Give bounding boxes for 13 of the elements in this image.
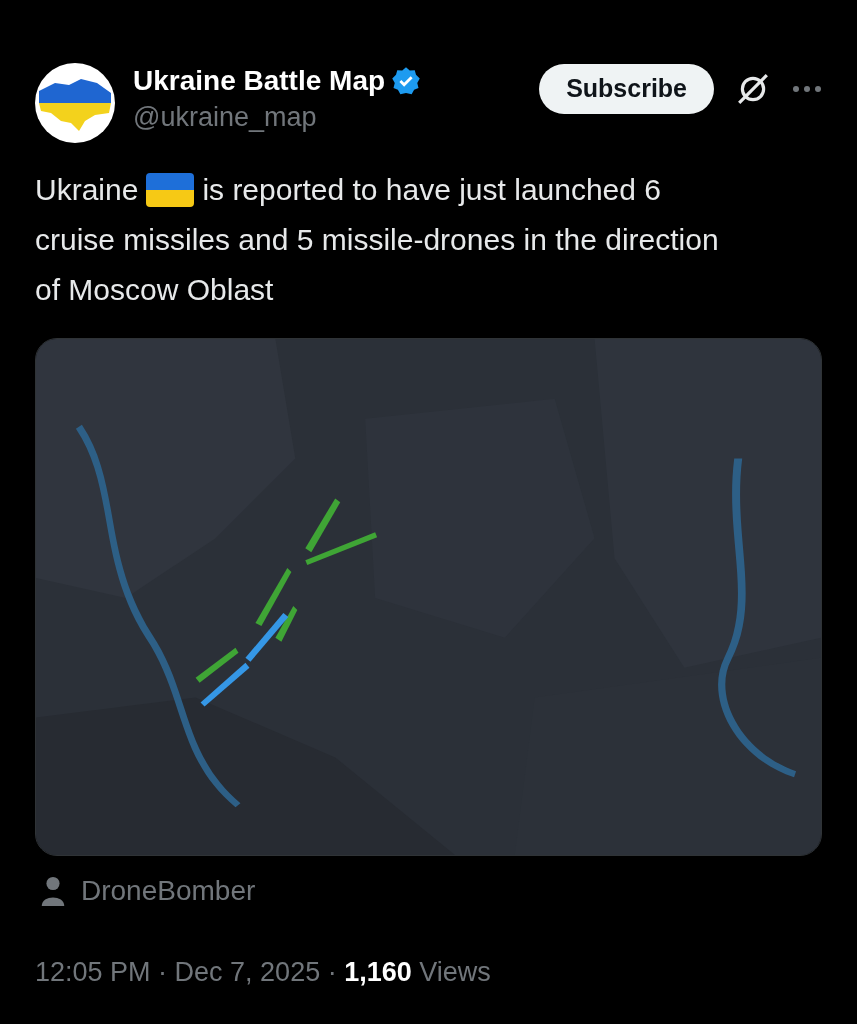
- media-attribution[interactable]: DroneBomber: [81, 870, 256, 912]
- subscribe-button[interactable]: Subscribe: [539, 64, 714, 114]
- person-icon: [39, 876, 67, 906]
- post-text: is reported to have just launched 6: [202, 172, 661, 208]
- author-name[interactable]: Ukraine Battle Map: [133, 63, 386, 99]
- flag-icon: [146, 173, 195, 207]
- post-text: cruise missiles and 5 missile-drones in the direction of Moscow Oblast: [35, 222, 720, 308]
- post-meta: 12:05 PM · Dec 7, 2025 · 1,160 Views: [35, 957, 491, 987]
- grok-icon[interactable]: [736, 72, 770, 106]
- avatar-icon[interactable]: [35, 63, 115, 143]
- author-handle[interactable]: @ukraine_map: [133, 99, 422, 135]
- more-icon[interactable]: [792, 85, 822, 93]
- post-text: Ukraine: [35, 172, 139, 208]
